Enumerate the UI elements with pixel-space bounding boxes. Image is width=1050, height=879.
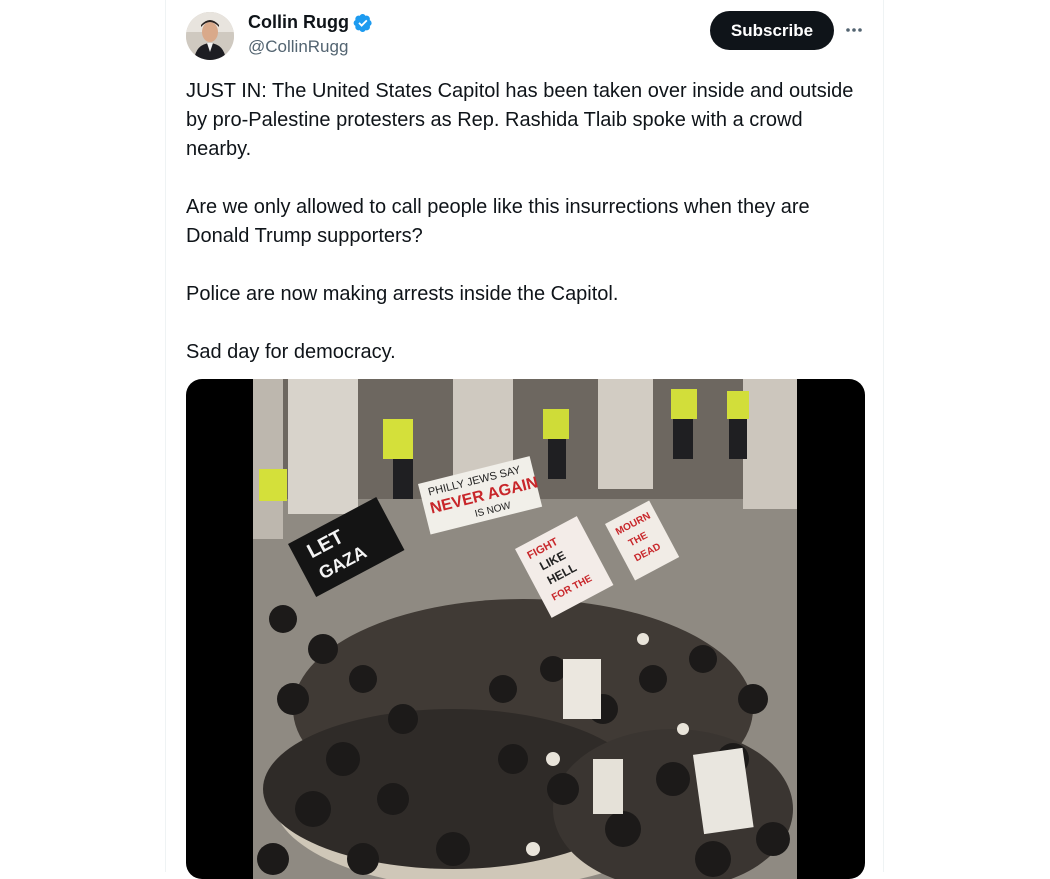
tweet-paragraph: Are we only allowed to call people like … [186, 196, 810, 247]
tweet-card: Collin Rugg @CollinRugg Subscribe JUST I… [165, 0, 884, 879]
tweet-paragraph: JUST IN: The United States Capitol has b… [186, 80, 854, 160]
tweet-paragraph: Police are now making arrests inside the… [186, 283, 619, 305]
more-horizontal-icon[interactable] [842, 18, 866, 42]
tweet-text: JUST IN: The United States Capitol has b… [186, 77, 866, 367]
video-frame: PHILLY JEWS SAY NEVER AGAIN IS NOW LET G… [253, 379, 797, 879]
tweet-paragraph: Sad day for democracy. [186, 341, 396, 363]
author-handle[interactable]: @CollinRugg [248, 37, 348, 57]
subscribe-button[interactable]: Subscribe [710, 11, 834, 50]
tweet-video[interactable]: PHILLY JEWS SAY NEVER AGAIN IS NOW LET G… [186, 379, 865, 879]
author-name-row[interactable]: Collin Rugg [248, 12, 373, 33]
verified-badge-icon [353, 13, 373, 33]
avatar[interactable] [186, 12, 234, 60]
author-display-name[interactable]: Collin Rugg [248, 12, 349, 33]
